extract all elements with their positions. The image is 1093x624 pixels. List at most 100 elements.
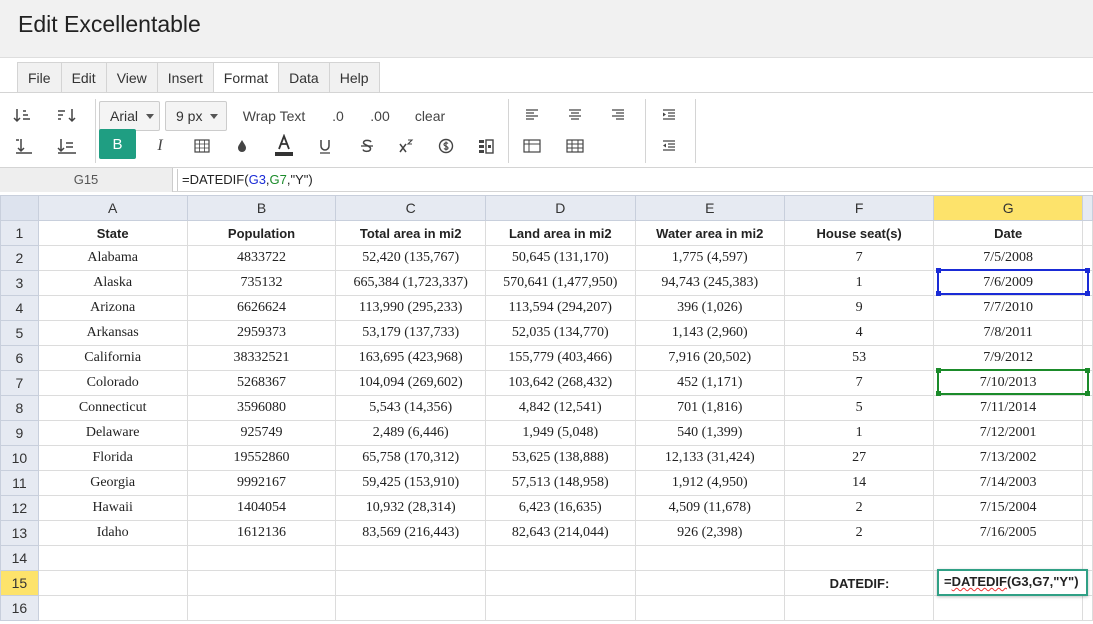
decimal-increase-button[interactable]: .00 <box>366 104 394 128</box>
cell-c12[interactable]: 10,932 (28,314) <box>335 495 486 521</box>
row-header-9[interactable]: 9 <box>0 420 39 446</box>
currency-icon[interactable] <box>434 134 458 158</box>
cell-e16[interactable] <box>634 595 785 621</box>
cell-overflow[interactable] <box>1082 245 1093 271</box>
cell-g1[interactable]: Date <box>933 220 1084 246</box>
cell-e15[interactable] <box>634 570 785 596</box>
cell-overflow[interactable] <box>1082 545 1093 571</box>
conditional-format-icon[interactable] <box>474 134 498 158</box>
cell-b5[interactable]: 2959373 <box>186 320 337 346</box>
cell-b11[interactable]: 9992167 <box>186 470 337 496</box>
cell-d8[interactable]: 4,842 (12,541) <box>484 395 636 421</box>
cell-a12[interactable]: Hawaii <box>37 495 188 521</box>
row-header-13[interactable]: 13 <box>0 520 39 546</box>
cell-overflow[interactable] <box>1082 345 1093 371</box>
cell-f6[interactable]: 53 <box>783 345 935 371</box>
cell-c3[interactable]: 665,384 (1,723,337) <box>335 270 486 296</box>
cell-e3[interactable]: 94,743 (245,383) <box>634 270 785 296</box>
align-center-icon[interactable] <box>563 105 587 125</box>
font-family-select[interactable]: Arial <box>99 101 160 131</box>
cell-e12[interactable]: 4,509 (11,678) <box>634 495 785 521</box>
select-all-corner[interactable] <box>0 195 39 221</box>
cell-overflow[interactable] <box>1082 495 1093 521</box>
cell-g10[interactable]: 7/13/2002 <box>933 445 1084 471</box>
cell-overflow[interactable] <box>1082 220 1093 246</box>
cell-g16[interactable] <box>933 595 1084 621</box>
cell-f13[interactable]: 2 <box>783 520 935 546</box>
cell-b14[interactable] <box>186 545 337 571</box>
cell-f15[interactable]: DATEDIF: <box>783 570 935 596</box>
cell-d6[interactable]: 155,779 (403,466) <box>484 345 636 371</box>
bold-button[interactable]: B <box>99 129 136 159</box>
cell-overflow[interactable] <box>1082 295 1093 321</box>
fill-color-icon[interactable] <box>230 134 254 158</box>
cell-f10[interactable]: 27 <box>783 445 935 471</box>
cell-a3[interactable]: Alaska <box>37 270 188 296</box>
cell-g11[interactable]: 7/14/2003 <box>933 470 1084 496</box>
italic-button[interactable]: I <box>148 134 172 158</box>
cell-c15[interactable] <box>335 570 486 596</box>
menu-insert[interactable]: Insert <box>157 63 214 93</box>
cell-a9[interactable]: Delaware <box>37 420 188 446</box>
cell-d12[interactable]: 6,423 (16,635) <box>484 495 636 521</box>
cell-a16[interactable] <box>37 595 188 621</box>
cell-d5[interactable]: 52,035 (134,770) <box>484 320 636 346</box>
cell-c1[interactable]: Total area in mi2 <box>335 220 486 246</box>
indent-rows-icon[interactable] <box>12 136 36 156</box>
cell-e13[interactable]: 926 (2,398) <box>634 520 785 546</box>
cell-g4[interactable]: 7/7/2010 <box>933 295 1084 321</box>
cell-g14[interactable] <box>933 545 1084 571</box>
cell-f11[interactable]: 14 <box>783 470 935 496</box>
cell-a8[interactable]: Connecticut <box>37 395 188 421</box>
cell-c11[interactable]: 59,425 (153,910) <box>335 470 486 496</box>
cell-c14[interactable] <box>335 545 486 571</box>
row-header-7[interactable]: 7 <box>0 370 39 396</box>
cell-overflow[interactable] <box>1082 370 1093 396</box>
column-header-c[interactable]: C <box>335 195 486 221</box>
cell-b3[interactable]: 735132 <box>186 270 337 296</box>
font-size-select[interactable]: 9 px <box>165 101 227 131</box>
cell-e5[interactable]: 1,143 (2,960) <box>634 320 785 346</box>
row-header-3[interactable]: 3 <box>0 270 39 296</box>
cell-overflow[interactable] <box>1082 395 1093 421</box>
sort-ascending-icon[interactable] <box>12 105 36 125</box>
cell-c4[interactable]: 113,990 (295,233) <box>335 295 486 321</box>
cell-b2[interactable]: 4833722 <box>186 245 337 271</box>
menu-file[interactable]: File <box>18 63 62 93</box>
cell-overflow[interactable] <box>1082 470 1093 496</box>
cell-d3[interactable]: 570,641 (1,477,950) <box>484 270 636 296</box>
align-right-icon[interactable] <box>606 105 630 125</box>
cell-c9[interactable]: 2,489 (6,446) <box>335 420 486 446</box>
cell-d2[interactable]: 50,645 (131,170) <box>484 245 636 271</box>
cell-e8[interactable]: 701 (1,816) <box>634 395 785 421</box>
column-header-g[interactable]: G <box>933 195 1084 221</box>
sort-descending-icon[interactable] <box>55 105 79 125</box>
strikethrough-icon[interactable] <box>355 134 379 158</box>
cell-f12[interactable]: 2 <box>783 495 935 521</box>
cell-b15[interactable] <box>186 570 337 596</box>
menu-view[interactable]: View <box>106 63 158 93</box>
cell-g5[interactable]: 7/8/2011 <box>933 320 1084 346</box>
cell-b9[interactable]: 925749 <box>186 420 337 446</box>
row-header-2[interactable]: 2 <box>0 245 39 271</box>
cell-e14[interactable] <box>634 545 785 571</box>
row-header-4[interactable]: 4 <box>0 295 39 321</box>
row-header-16[interactable]: 16 <box>0 595 39 621</box>
cell-c16[interactable] <box>335 595 486 621</box>
cell-f4[interactable]: 9 <box>783 295 935 321</box>
clear-format-button[interactable]: clear <box>411 104 449 128</box>
cell-g9[interactable]: 7/12/2001 <box>933 420 1084 446</box>
cell-c13[interactable]: 83,569 (216,443) <box>335 520 486 546</box>
cell-f14[interactable] <box>783 545 935 571</box>
underline-icon[interactable] <box>313 134 337 158</box>
cell-c7[interactable]: 104,094 (269,602) <box>335 370 486 396</box>
cell-overflow[interactable] <box>1082 595 1093 621</box>
cell-d13[interactable]: 82,643 (214,044) <box>484 520 636 546</box>
cell-f2[interactable]: 7 <box>783 245 935 271</box>
cell-e10[interactable]: 12,133 (31,424) <box>634 445 785 471</box>
cell-a4[interactable]: Arizona <box>37 295 188 321</box>
cell-f3[interactable]: 1 <box>783 270 935 296</box>
row-header-11[interactable]: 11 <box>0 470 39 496</box>
row-header-1[interactable]: 1 <box>0 220 39 246</box>
cell-b10[interactable]: 19552860 <box>186 445 337 471</box>
